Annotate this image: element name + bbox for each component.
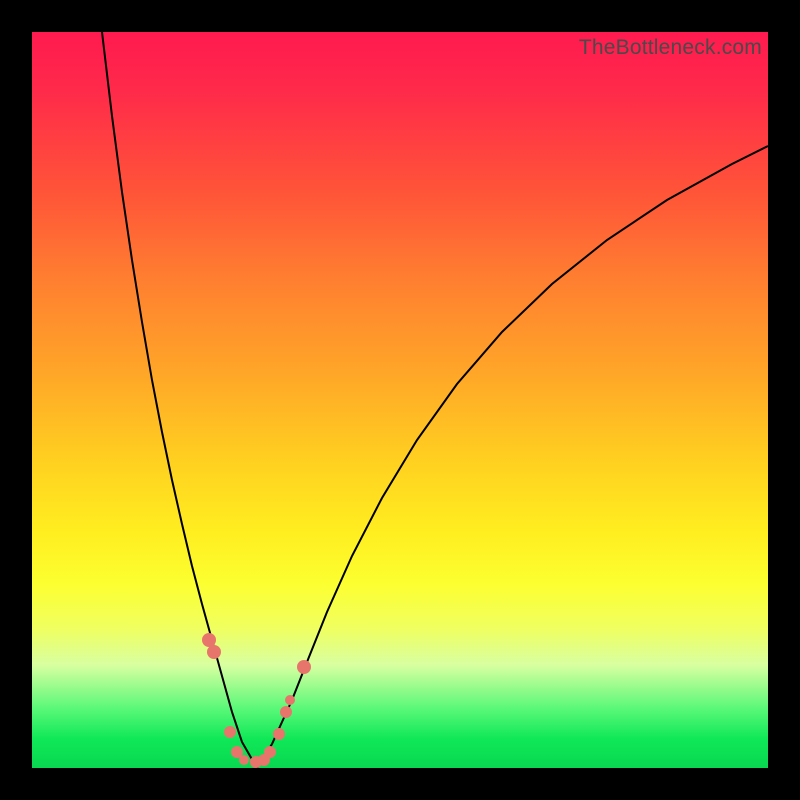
highlight-dot <box>285 695 295 705</box>
chart-frame: TheBottleneck.com <box>0 0 800 800</box>
highlight-dot <box>264 746 276 758</box>
highlight-dot <box>273 728 285 740</box>
highlight-dot <box>280 706 292 718</box>
right-curve <box>257 146 768 768</box>
highlight-dot <box>297 660 311 674</box>
highlight-dot <box>224 726 236 738</box>
highlight-dots <box>202 633 311 768</box>
left-curve <box>102 32 257 768</box>
highlight-dot <box>207 645 221 659</box>
plot-area: TheBottleneck.com <box>32 32 768 768</box>
highlight-dot <box>239 755 249 765</box>
highlight-dot <box>202 633 216 647</box>
curves-svg <box>32 32 768 768</box>
